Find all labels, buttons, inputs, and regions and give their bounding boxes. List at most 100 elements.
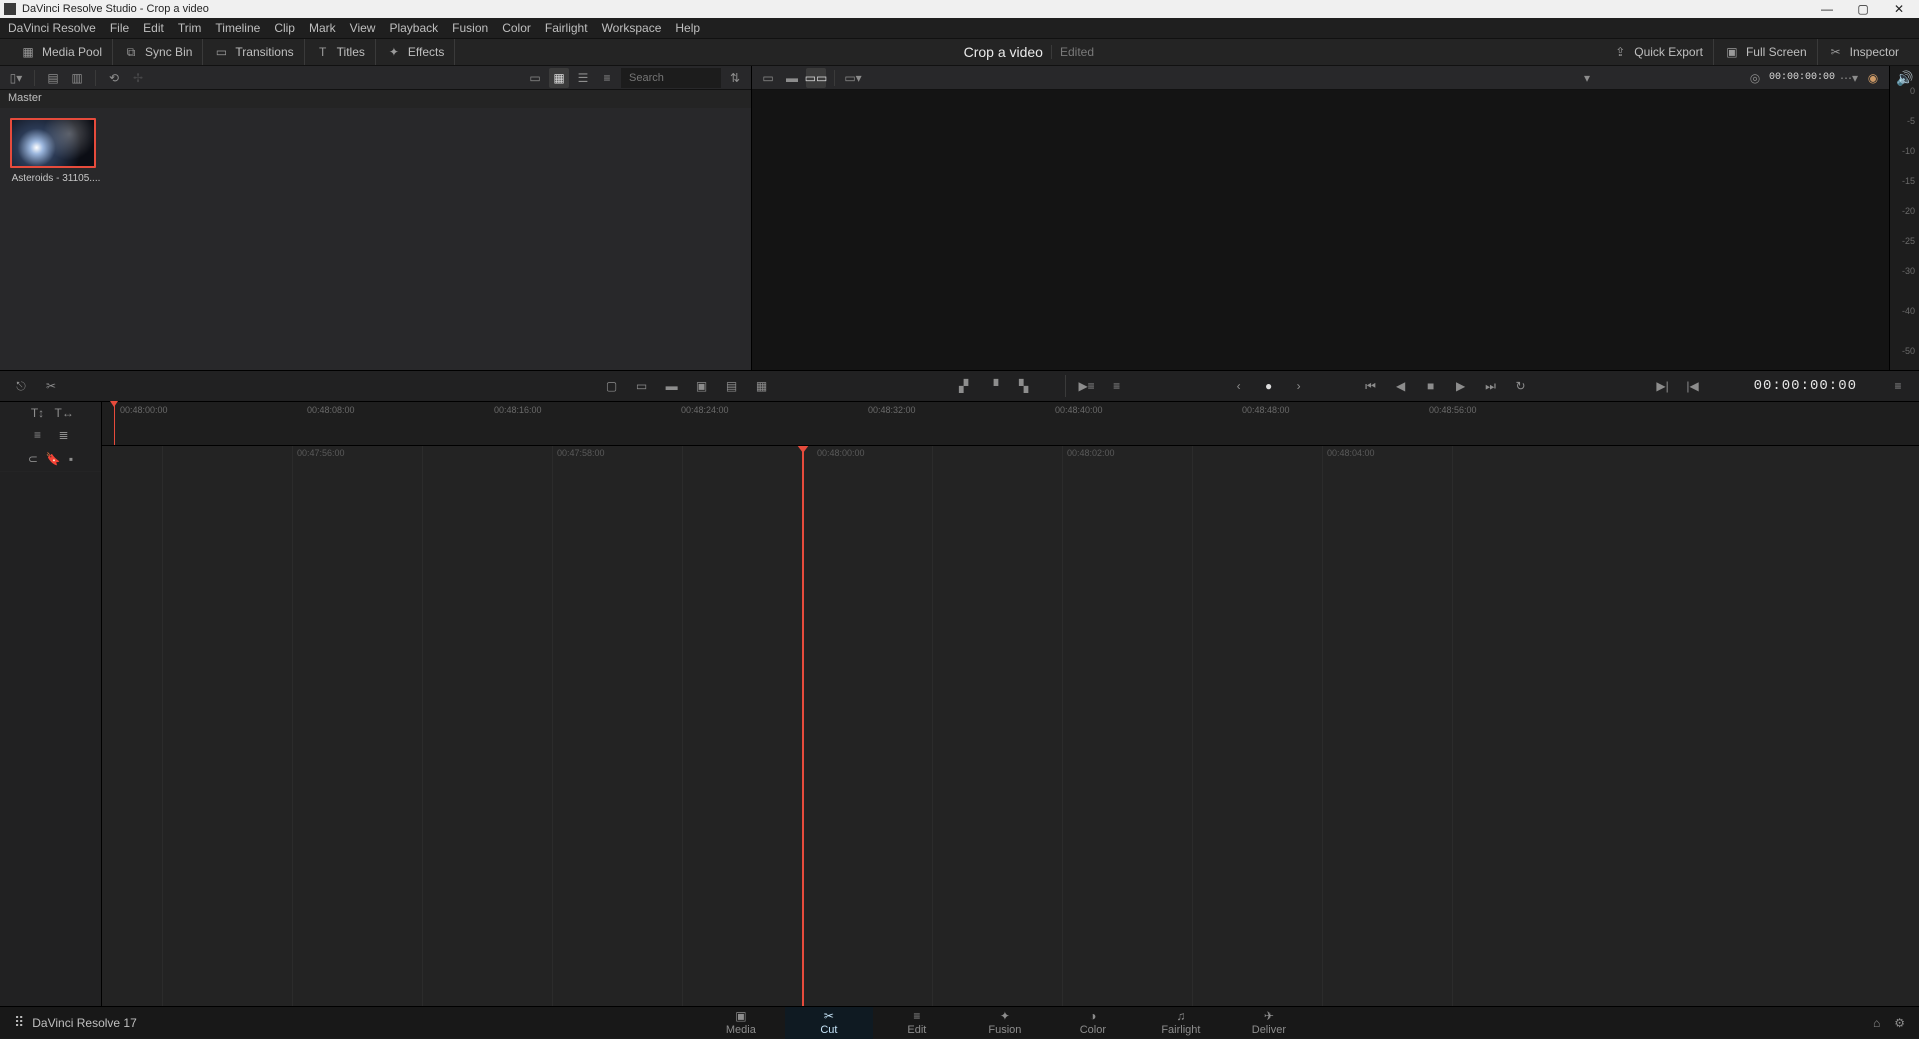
titles-toggle[interactable]: T Titles	[305, 39, 376, 65]
menu-davinci[interactable]: DaVinci Resolve	[8, 21, 96, 35]
sync-track-button[interactable]: ≣	[55, 428, 73, 442]
stop-button[interactable]: ■	[1420, 375, 1442, 397]
page-cut[interactable]: ✂Cut	[785, 1007, 873, 1039]
media-pool-toggle[interactable]: ▦ Media Pool	[10, 39, 113, 65]
speaker-icon[interactable]: 🔊	[1896, 70, 1913, 87]
options-button[interactable]: ≡	[1106, 375, 1128, 397]
list-view-button[interactable]: ≡	[597, 68, 617, 88]
source-clip-button[interactable]: ▭	[758, 68, 778, 88]
sync-bin-icon: ⧉	[123, 44, 139, 60]
viewer-screen[interactable]	[752, 90, 1889, 370]
menu-help[interactable]: Help	[675, 21, 700, 35]
page-media[interactable]: ▣Media	[697, 1007, 785, 1039]
ripple-overwrite-button[interactable]: ▬	[661, 375, 683, 397]
clip-thumbnail[interactable]	[10, 118, 96, 168]
import-folder-button[interactable]: ▥	[67, 68, 87, 88]
play-button[interactable]: ▶	[1450, 375, 1472, 397]
effects-toggle[interactable]: ✦ Effects	[376, 39, 455, 65]
window-maximize-button[interactable]: ▢	[1855, 2, 1871, 16]
menu-edit[interactable]: Edit	[143, 21, 164, 35]
page-fusion[interactable]: ✦Fusion	[961, 1007, 1049, 1039]
source-overwrite-button[interactable]: ▦	[751, 375, 773, 397]
page-color[interactable]: ◑Color	[1049, 1007, 1137, 1039]
jog-dot[interactable]: ●	[1258, 375, 1280, 397]
append-button[interactable]: ▭	[631, 375, 653, 397]
jog-prev[interactable]: ‹	[1228, 375, 1250, 397]
transitions-toggle[interactable]: ▭ Transitions	[203, 39, 304, 65]
menu-file[interactable]: File	[110, 21, 129, 35]
menu-view[interactable]: View	[350, 21, 376, 35]
dissolve-button[interactable]: ▞	[953, 375, 975, 397]
lock-track-button[interactable]: T↕	[29, 406, 47, 420]
meter-tick: -15	[1902, 176, 1915, 186]
smart-insert-button[interactable]: ▢	[601, 375, 623, 397]
bin-insert-dropdown[interactable]: ▯▾	[6, 68, 26, 88]
home-button[interactable]: ⌂	[1873, 1016, 1880, 1030]
window-minimize-button[interactable]: —	[1819, 2, 1835, 16]
upper-timeline-ruler[interactable]: 00:48:00:00 00:48:08:00 00:48:16:00 00:4…	[102, 402, 1919, 446]
bypass-button[interactable]: ◉	[1863, 68, 1883, 88]
safe-area-button[interactable]: ◎	[1745, 68, 1765, 88]
mark-in-button[interactable]: ▶|	[1652, 375, 1674, 397]
cut-button[interactable]: ▝	[983, 375, 1005, 397]
media-bin-header: Master	[0, 90, 751, 108]
mark-out-button[interactable]: |◀	[1682, 375, 1704, 397]
timeline-menu-button[interactable]: ≡	[1887, 375, 1909, 397]
split-clip-button[interactable]: ✂	[40, 375, 62, 397]
search-input[interactable]	[621, 68, 721, 88]
play-reverse-button[interactable]: ◀	[1390, 375, 1412, 397]
go-last-button[interactable]: ⏭	[1480, 375, 1502, 397]
sort-button[interactable]: ⇅	[725, 68, 745, 88]
page-deliver[interactable]: ✈Deliver	[1225, 1007, 1313, 1039]
quick-export-button[interactable]: ⇪ Quick Export	[1602, 39, 1714, 65]
brand-icon: ⠿	[14, 1014, 24, 1031]
go-first-button[interactable]: ⏮	[1360, 375, 1382, 397]
thumbnail-view-button[interactable]: ▦	[549, 68, 569, 88]
page-edit[interactable]: ≡Edit	[873, 1007, 961, 1039]
menu-workspace[interactable]: Workspace	[602, 21, 662, 35]
inspector-toggle[interactable]: ✂ Inspector	[1818, 39, 1909, 65]
strip-view-button[interactable]: ☰	[573, 68, 593, 88]
page-fairlight[interactable]: ♫Fairlight	[1137, 1007, 1225, 1039]
sync-bin-toggle[interactable]: ⧉ Sync Bin	[113, 39, 203, 65]
video-track-button[interactable]: T↔	[55, 406, 73, 420]
media-clip[interactable]: Asteroids - 31105....	[10, 118, 102, 184]
resolve-fx-button[interactable]: ✢	[128, 68, 148, 88]
snap-button[interactable]: ⊂	[28, 452, 38, 466]
marker-button[interactable]: 🔖	[46, 452, 61, 466]
lower-playhead[interactable]	[802, 446, 804, 1006]
metadata-view-button[interactable]: ▭	[525, 68, 545, 88]
media-bin-body: Asteroids - 31105....	[0, 108, 751, 370]
menu-mark[interactable]: Mark	[309, 21, 336, 35]
audio-track-button[interactable]: ≡	[29, 428, 47, 442]
menu-clip[interactable]: Clip	[274, 21, 295, 35]
close-up-button[interactable]: ▣	[691, 375, 713, 397]
timeline-dropdown[interactable]: ▾	[1577, 68, 1597, 88]
source-tape-button[interactable]: ▬	[782, 68, 802, 88]
menu-playback[interactable]: Playback	[389, 21, 438, 35]
menu-trim[interactable]: Trim	[178, 21, 202, 35]
upper-playhead[interactable]	[114, 402, 115, 445]
menu-color[interactable]: Color	[502, 21, 531, 35]
flag-button[interactable]: ▪	[69, 452, 73, 466]
tools-dropdown[interactable]: ⋯▾	[1839, 68, 1859, 88]
jog-next[interactable]: ›	[1288, 375, 1310, 397]
window-close-button[interactable]: ✕	[1891, 2, 1907, 16]
aspect-dropdown[interactable]: ▭▾	[843, 68, 863, 88]
full-screen-button[interactable]: ▣ Full Screen	[1714, 39, 1818, 65]
timeline-tracks[interactable]: 00:47:56:00 00:47:58:00 00:48:00:00 00:4…	[102, 446, 1919, 1006]
loop-button[interactable]: ↻	[1510, 375, 1532, 397]
sync-lock-button[interactable]: ⟲	[104, 68, 124, 88]
meter-tick: -40	[1902, 306, 1915, 316]
menu-timeline[interactable]: Timeline	[215, 21, 260, 35]
timeline-view-button[interactable]: ▭▭	[806, 68, 826, 88]
fullscreen-icon: ▣	[1724, 44, 1740, 60]
menu-fairlight[interactable]: Fairlight	[545, 21, 588, 35]
menu-fusion[interactable]: Fusion	[452, 21, 488, 35]
tools-button[interactable]: ▶≡	[1076, 375, 1098, 397]
project-settings-button[interactable]: ⚙	[1894, 1016, 1905, 1030]
smooth-cut-button[interactable]: ▚	[1013, 375, 1035, 397]
import-media-button[interactable]: ▤	[43, 68, 63, 88]
boring-detector-button[interactable]: ⎋	[10, 375, 32, 397]
place-on-top-button[interactable]: ▤	[721, 375, 743, 397]
